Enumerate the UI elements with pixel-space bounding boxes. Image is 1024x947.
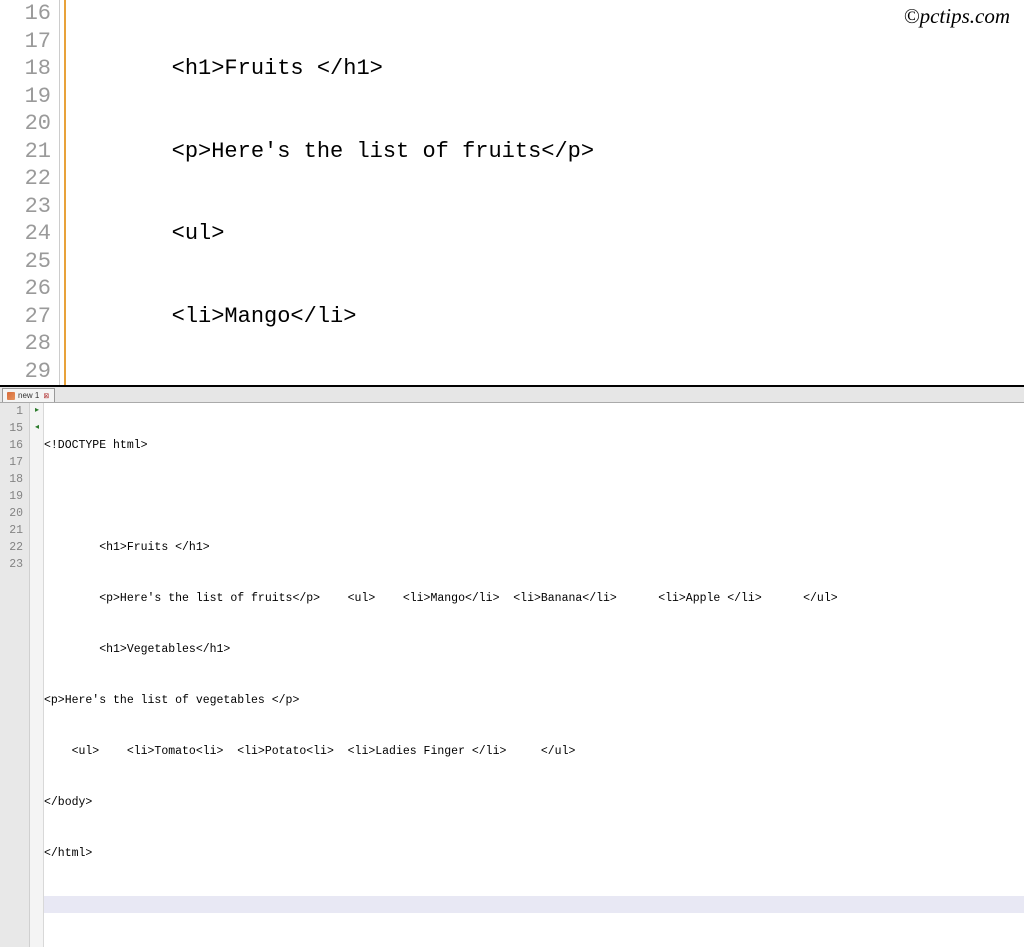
line-number: 24 bbox=[0, 220, 51, 248]
tab-label: new 1 bbox=[18, 391, 39, 400]
line-number: 29 bbox=[0, 358, 51, 386]
fold-open-icon[interactable]: ▸ bbox=[33, 407, 41, 415]
line-number: 23 bbox=[0, 193, 51, 221]
line-number: 23 bbox=[0, 556, 23, 573]
line-number: 25 bbox=[0, 248, 51, 276]
code-line[interactable]: <ul> bbox=[66, 220, 1024, 248]
code-line[interactable]: </body> bbox=[44, 794, 1024, 811]
code-line[interactable]: <!DOCTYPE html> bbox=[44, 437, 1024, 454]
line-number: 22 bbox=[0, 165, 51, 193]
fold-collapsed-icon[interactable]: ◂ bbox=[33, 424, 41, 432]
line-number: 18 bbox=[0, 55, 51, 83]
bottom-editor-pane: new 1 ⊠ 1 15 16 17 18 19 20 21 22 23 ▸ ◂… bbox=[0, 387, 1024, 947]
line-number: 20 bbox=[0, 110, 51, 138]
file-icon bbox=[7, 392, 15, 400]
line-number: 28 bbox=[0, 330, 51, 358]
line-number: 17 bbox=[0, 454, 23, 471]
line-number: 16 bbox=[0, 0, 51, 28]
top-line-gutter: 16 17 18 19 20 21 22 23 24 25 26 27 28 2… bbox=[0, 0, 60, 385]
code-line[interactable]: <p>Here's the list of fruits</p> bbox=[66, 138, 1024, 166]
close-icon[interactable]: ⊠ bbox=[42, 392, 50, 400]
code-line[interactable] bbox=[44, 488, 1024, 505]
line-number: 22 bbox=[0, 539, 23, 556]
code-line[interactable]: <h1>Vegetables</h1> bbox=[44, 641, 1024, 658]
line-number: 19 bbox=[0, 83, 51, 111]
line-number: 16 bbox=[0, 437, 23, 454]
code-line[interactable]: <p>Here's the list of vegetables </p> bbox=[44, 692, 1024, 709]
code-line-current[interactable] bbox=[44, 896, 1024, 913]
line-number: 18 bbox=[0, 471, 23, 488]
bottom-fold-margin: ▸ ◂ bbox=[30, 403, 44, 947]
code-line[interactable]: </html> bbox=[44, 845, 1024, 862]
top-editor-pane: ©pctips.com 16 17 18 19 20 21 22 23 24 2… bbox=[0, 0, 1024, 387]
tab-bar: new 1 ⊠ bbox=[0, 387, 1024, 403]
code-line[interactable]: <li>Mango</li> bbox=[66, 303, 1024, 331]
code-line[interactable]: <h1>Fruits </h1> bbox=[44, 539, 1024, 556]
line-number: 17 bbox=[0, 28, 51, 56]
code-line[interactable]: <ul> <li>Tomato<li> <li>Potato<li> <li>L… bbox=[44, 743, 1024, 760]
bottom-code-text[interactable]: <!DOCTYPE html> <h1>Fruits </h1> <p>Here… bbox=[44, 403, 1024, 947]
line-number: 21 bbox=[0, 138, 51, 166]
top-code-text[interactable]: <h1>Fruits </h1> <p>Here's the list of f… bbox=[66, 0, 1024, 385]
line-number: 21 bbox=[0, 522, 23, 539]
line-number: 19 bbox=[0, 488, 23, 505]
code-line[interactable]: <p>Here's the list of fruits</p> <ul> <l… bbox=[44, 590, 1024, 607]
line-number: 1 bbox=[0, 403, 23, 420]
bottom-line-gutter: 1 15 16 17 18 19 20 21 22 23 bbox=[0, 403, 30, 947]
tab-new-1[interactable]: new 1 ⊠ bbox=[2, 388, 55, 402]
watermark-label: ©pctips.com bbox=[904, 4, 1010, 29]
line-number: 27 bbox=[0, 303, 51, 331]
line-number: 20 bbox=[0, 505, 23, 522]
line-number: 15 bbox=[0, 420, 23, 437]
code-line[interactable]: <h1>Fruits </h1> bbox=[66, 55, 1024, 83]
line-number: 26 bbox=[0, 275, 51, 303]
code-line[interactable]: <li>Banana</li> bbox=[66, 385, 1024, 387]
